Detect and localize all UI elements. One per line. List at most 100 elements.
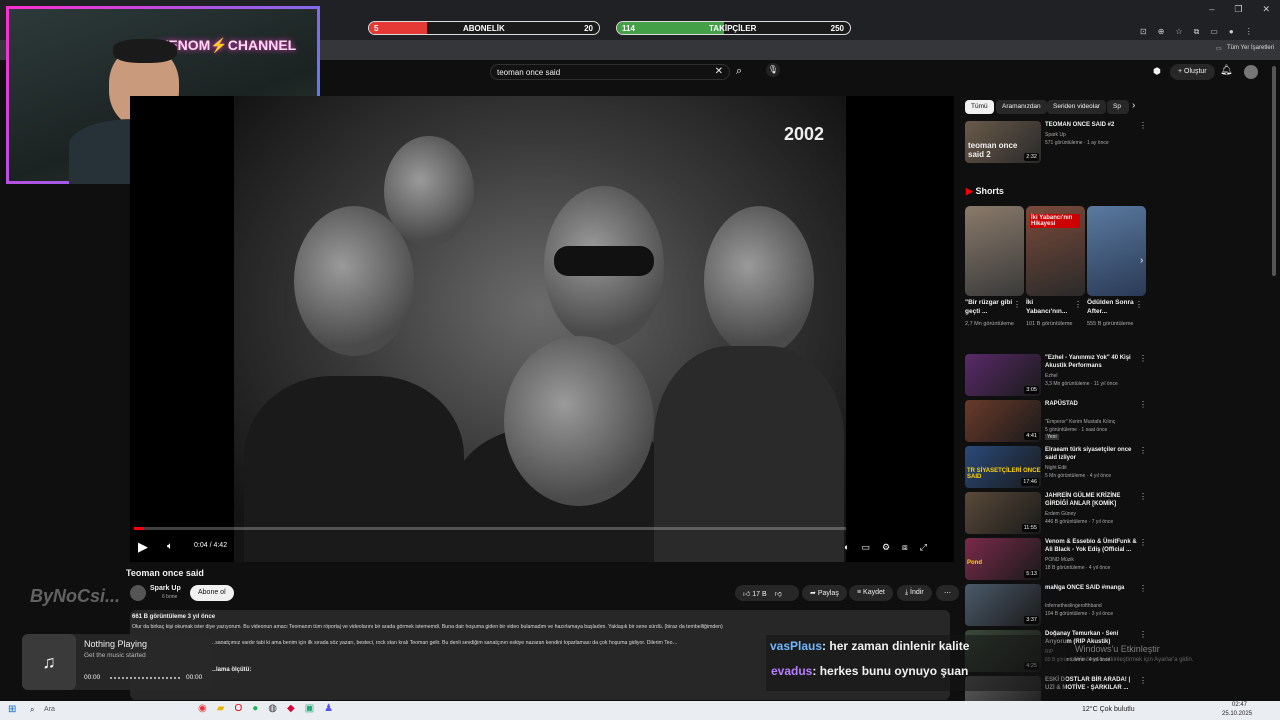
list-item[interactable]: TR SİYASETÇİLERİ ONCE SAID 17:46 Elraeam t…	[965, 446, 1155, 488]
clear-search-icon[interactable]: ✕	[715, 66, 723, 77]
spotify-icon[interactable]: ●	[252, 703, 258, 714]
settings-icon[interactable]: ⚙	[882, 542, 890, 553]
extensions-icon[interactable]: ⧉	[1194, 27, 1200, 37]
minimize-button[interactable]: –	[1209, 4, 1214, 15]
video-thumbnail[interactable]: 3:05	[965, 354, 1041, 396]
chip-all[interactable]: Tümü	[965, 100, 994, 114]
channel-avatar[interactable]	[130, 585, 146, 601]
rec-channel[interactable]: Infernetheslingerofthband	[1045, 603, 1102, 609]
page-scrollbar[interactable]	[1272, 66, 1276, 276]
sidepanel-icon[interactable]: ▭	[1210, 27, 1218, 37]
rec-title[interactable]: JAHREİN GÜLME KRİZİNE GİRDİĞİ ANLAR [KOM…	[1045, 492, 1137, 508]
more-icon[interactable]: ⋮	[1139, 630, 1147, 639]
all-bookmarks-link[interactable]: Tüm Yer İşaretleri	[1227, 45, 1274, 51]
clock-date[interactable]: 25.10.2025	[1222, 711, 1252, 717]
play-icon[interactable]: ▶	[138, 539, 148, 555]
profile-icon[interactable]: ●	[1229, 27, 1234, 37]
more-icon[interactable]: ⋮	[1074, 300, 1082, 309]
subtitles-icon[interactable]: ▭	[861, 542, 870, 553]
short-thumbnail[interactable]: İki Yabancı'nın Hikayesi	[1026, 206, 1085, 296]
app-icon[interactable]: ◆	[287, 703, 295, 714]
channel-name[interactable]: Spark Up	[150, 585, 181, 592]
more-icon[interactable]: ⋮	[1139, 446, 1147, 455]
list-item[interactable]: teoman once said 2 2:32 TEOMAN ONCE SAID…	[965, 121, 1155, 163]
dislike-icon[interactable]: 👎︎	[775, 591, 782, 598]
install-icon[interactable]: ⊡	[1140, 27, 1147, 37]
more-actions-button[interactable]: ⋯	[936, 585, 959, 601]
rec-title[interactable]: RAPÜSTAD	[1045, 400, 1137, 408]
rec-title[interactable]: TEOMAN ONCE SAID #2	[1045, 121, 1137, 129]
explorer-icon[interactable]: ▰	[217, 703, 225, 714]
rec-title[interactable]: Elraeam türk siyasetçiler once said izli…	[1045, 446, 1137, 462]
app-icon[interactable]: ♟	[324, 703, 333, 714]
clock-time[interactable]: 02:47	[1232, 702, 1247, 708]
chip-series[interactable]: Seriden videolar	[1047, 100, 1106, 114]
close-window-button[interactable]: ✕	[1262, 4, 1270, 15]
more-icon[interactable]: ⋮	[1139, 676, 1147, 685]
fullscreen-icon[interactable]: ⤢	[920, 542, 927, 553]
rec-channel[interactable]: POND Müzik	[1045, 557, 1074, 563]
app-icon[interactable]: ▣	[305, 703, 314, 714]
create-button[interactable]: + Oluştur	[1170, 64, 1215, 80]
cast-icon[interactable]: ⬢	[1153, 66, 1161, 77]
list-item[interactable]: Pond 5:13 Venom & Essebio & ÜmitFunk & Ali…	[965, 538, 1155, 580]
zoom-icon[interactable]: ⊕	[1158, 27, 1165, 37]
rec-title[interactable]: maNga ONCE SAID #manga	[1045, 584, 1137, 592]
rec-channel[interactable]: Spark Up	[1045, 132, 1066, 138]
shorts-next-icon[interactable]: ›	[1140, 255, 1143, 266]
like-icon[interactable]: 👍︎	[743, 591, 750, 598]
video-player[interactable]: 2002	[234, 96, 846, 562]
rec-channel[interactable]: Ezhel	[1045, 373, 1058, 379]
like-count[interactable]: 17 B	[752, 591, 766, 598]
short-title[interactable]: İki Yabancı'nın...	[1026, 298, 1076, 316]
video-thumbnail[interactable]: Pond 5:13	[965, 538, 1041, 580]
download-button[interactable]: ⤓ İndir	[897, 585, 932, 601]
more-icon[interactable]: ⋮	[1139, 584, 1147, 593]
miniplayer-icon[interactable]: ⧈	[902, 542, 908, 553]
more-icon[interactable]: ⋮	[1139, 121, 1147, 130]
list-item[interactable]: 3:37 maNga ONCE SAID #manga Infernetheslin…	[965, 584, 1155, 626]
microphone-icon[interactable]: 🎙	[766, 63, 780, 77]
video-thumbnail[interactable]: 11:55	[965, 492, 1041, 534]
chrome-icon[interactable]: ◉	[198, 703, 207, 714]
more-icon[interactable]: ⋮	[1139, 354, 1147, 363]
rec-channel[interactable]: "Emperor" Kerim Mustafa Kılınç	[1045, 419, 1115, 425]
list-item[interactable]: 4:41 RAPÜSTAD "Emperor" Kerim Mustafa Kılı…	[965, 400, 1155, 442]
short-thumbnail[interactable]	[965, 206, 1024, 296]
video-progress-bar[interactable]	[134, 527, 846, 530]
save-button[interactable]: ≡ Kaydet	[849, 585, 893, 601]
more-icon[interactable]: ⋮	[1139, 400, 1147, 409]
more-icon[interactable]: ⋮	[1139, 492, 1147, 501]
notifications-icon[interactable]: 🔔︎	[1220, 65, 1233, 76]
rec-title[interactable]: Venom & Essebio & ÜmitFunk & Ali Black -…	[1045, 538, 1137, 554]
video-thumbnail[interactable]: teoman once said 2 2:32	[965, 121, 1041, 163]
more-icon[interactable]: ⋮	[1139, 538, 1147, 547]
share-button[interactable]: ➦ Paylaş	[802, 585, 847, 601]
volume-icon[interactable]: 🔈︎	[167, 541, 173, 552]
rec-title[interactable]: "Ezhel - Yanınmız Yok" 40 Kişi Akustik P…	[1045, 354, 1137, 370]
menu-icon[interactable]: ⋮	[1245, 27, 1253, 37]
short-title[interactable]: "Bir rüzgar gibi geçti ...	[965, 298, 1015, 316]
subscribe-button[interactable]: Abone ol	[190, 585, 234, 601]
list-item[interactable]: 11:55 JAHREİN GÜLME KRİZİNE GİRDİĞİ ANLAR…	[965, 492, 1155, 534]
video-thumbnail[interactable]: 4:41	[965, 400, 1041, 442]
search-input[interactable]: teoman once said ✕	[490, 64, 730, 80]
opera-icon[interactable]: O	[234, 703, 242, 714]
chip-from-search[interactable]: Aramanızdan	[996, 100, 1047, 114]
rec-channel[interactable]: Erdem Güney	[1045, 511, 1076, 517]
video-thumbnail[interactable]: TR SİYASETÇİLERİ ONCE SAID 17:46	[965, 446, 1041, 488]
steam-icon[interactable]: ◍	[268, 703, 277, 714]
video-thumbnail[interactable]: 3:37	[965, 584, 1041, 626]
short-thumbnail[interactable]	[1087, 206, 1146, 296]
more-icon[interactable]: ⋮	[1013, 300, 1021, 309]
autoplay-toggle[interactable]: ◐	[844, 542, 849, 553]
weather[interactable]: 12°C Çok bulutlu	[1082, 706, 1135, 713]
avatar[interactable]	[1244, 65, 1258, 79]
maximize-button[interactable]: ❐	[1234, 4, 1242, 15]
rec-channel[interactable]: Night Edit	[1045, 465, 1067, 471]
bookmark-star-icon[interactable]: ☆	[1175, 27, 1182, 37]
short-title[interactable]: Ödülden Sonra After...	[1087, 298, 1137, 316]
more-icon[interactable]: ⋮	[1135, 300, 1143, 309]
search-icon[interactable]: ⌕	[736, 65, 742, 78]
chip-sp[interactable]: Sp	[1107, 100, 1129, 114]
